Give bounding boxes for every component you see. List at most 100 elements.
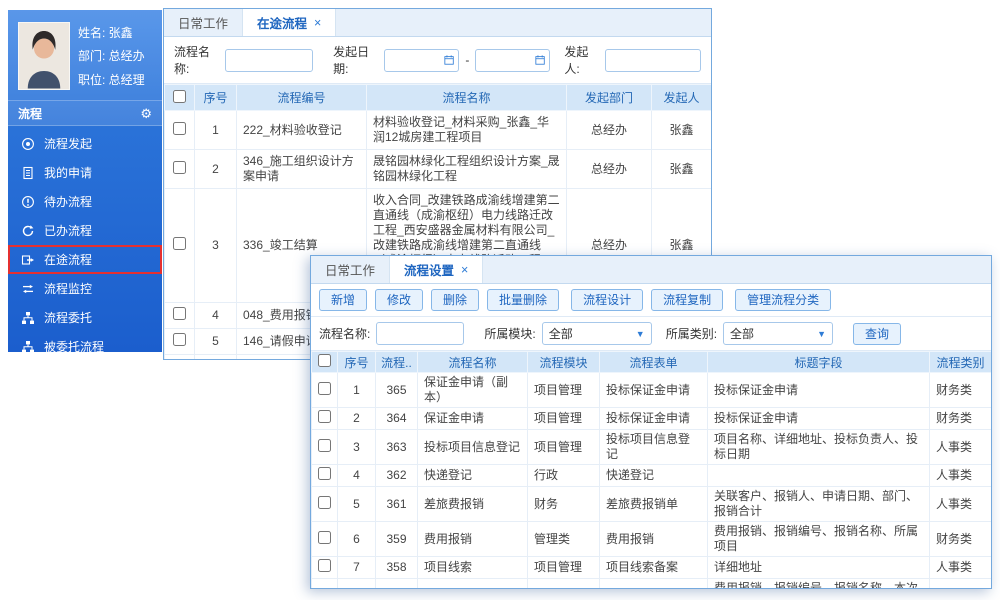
- row-no: 7: [338, 557, 376, 579]
- table-row[interactable]: 5 361 差旅费报销 财务 差旅费报销单 关联客户、报销人、申请日期、部门、报…: [312, 487, 992, 522]
- document-icon: [21, 166, 35, 180]
- process-name-input[interactable]: [376, 322, 464, 345]
- module-select[interactable]: 全部 ▼: [542, 322, 652, 345]
- manage-category-button[interactable]: 管理流程分类: [735, 289, 831, 311]
- table-row[interactable]: 4 362 快递登记 行政 快递登记 人事类: [312, 465, 992, 487]
- row-checkbox[interactable]: [318, 588, 331, 590]
- date-from-field[interactable]: [384, 49, 459, 72]
- row-code: 362: [376, 465, 418, 487]
- table-row[interactable]: 7 358 项目线索 项目管理 项目线索备案 详细地址 人事类: [312, 557, 992, 579]
- tab-process-settings[interactable]: 流程设置 ×: [390, 256, 483, 283]
- row-checkbox[interactable]: [318, 439, 331, 452]
- settings-gear-icon[interactable]: ⚙: [140, 107, 152, 120]
- tab-label: 日常工作: [325, 260, 375, 279]
- date-to-field[interactable]: [475, 49, 550, 72]
- select-all-checkbox[interactable]: [173, 90, 186, 103]
- row-code: 222_材料验收登记: [237, 111, 367, 150]
- row-name: 差旅费报销: [418, 487, 528, 522]
- sidebar-item-in-transit[interactable]: 在途流程: [8, 245, 162, 274]
- filter-bar: 流程名称: 所属模块: 全部 ▼ 所属类别: 全部 ▼ 查询: [311, 317, 991, 351]
- sidebar-item-process-start[interactable]: 流程发起: [8, 129, 162, 158]
- row-checkbox[interactable]: [173, 161, 186, 174]
- row-form: 差旅费报销单: [600, 487, 708, 522]
- select-all-checkbox[interactable]: [318, 354, 331, 367]
- initiator-input[interactable]: [605, 49, 701, 72]
- calendar-icon[interactable]: [444, 54, 454, 66]
- row-module: 项目管理: [528, 557, 600, 579]
- col-header-person: 发起人: [652, 85, 712, 111]
- sidebar-item-monitoring[interactable]: 流程监控: [8, 274, 162, 303]
- tab-daily-work[interactable]: 日常工作: [311, 256, 390, 283]
- row-form: 投标保证金申请: [600, 373, 708, 408]
- batch-delete-button[interactable]: 批量删除: [487, 289, 559, 311]
- tab-in-transit[interactable]: 在途流程 ×: [243, 9, 336, 36]
- row-title-fields: 关联客户、报销人、申请日期、部门、报销合计: [708, 487, 930, 522]
- row-checkbox[interactable]: [318, 559, 331, 572]
- table-row[interactable]: 8 357 测试费用报销 财务 费用报销 费用报销、报销编号、报销名称、本次报销…: [312, 579, 992, 590]
- row-checkbox[interactable]: [173, 237, 186, 250]
- row-checkbox-cell: [312, 430, 338, 465]
- modify-button[interactable]: 修改: [375, 289, 423, 311]
- delete-button[interactable]: 删除: [431, 289, 479, 311]
- table-row[interactable]: 2 364 保证金申请 项目管理 投标保证金申请 投标保证金申请 财务类: [312, 408, 992, 430]
- row-form: 费用报销: [600, 522, 708, 557]
- filter-bar: 流程名称: 发起日期: - 发起人:: [164, 37, 711, 84]
- row-checkbox[interactable]: [173, 333, 186, 346]
- row-checkbox-cell: [312, 579, 338, 590]
- row-checkbox-cell: [165, 111, 195, 150]
- table-row[interactable]: 3 363 投标项目信息登记 项目管理 投标项目信息登记 项目名称、详细地址、投…: [312, 430, 992, 465]
- col-header-name: 流程名称: [367, 85, 567, 111]
- row-checkbox[interactable]: [318, 467, 331, 480]
- date-to-input[interactable]: [480, 53, 535, 67]
- module-select-value: 全部: [549, 325, 573, 342]
- tab-bar: 日常工作 流程设置 ×: [311, 256, 991, 284]
- table-row[interactable]: 1 222_材料验收登记 材料验收登记_材料采购_张鑫_华润12城房建工程项目 …: [165, 111, 712, 150]
- row-no: 1: [338, 373, 376, 408]
- sidebar-item-my-applications[interactable]: 我的申请: [8, 158, 162, 187]
- row-category: 人事类: [930, 465, 992, 487]
- row-checkbox[interactable]: [173, 359, 186, 360]
- row-checkbox[interactable]: [173, 122, 186, 135]
- table-row[interactable]: 6 359 费用报销 管理类 费用报销 费用报销、报销编号、报销名称、所属项目 …: [312, 522, 992, 557]
- tab-label: 日常工作: [178, 13, 228, 32]
- add-button[interactable]: 新增: [319, 289, 367, 311]
- sidebar-section-title: 流程: [18, 105, 42, 122]
- sidebar-item-pending[interactable]: 待办流程: [8, 187, 162, 216]
- row-code: 364: [376, 408, 418, 430]
- date-from-input[interactable]: [389, 53, 444, 67]
- tab-label: 在途流程: [257, 13, 307, 32]
- row-checkbox[interactable]: [318, 410, 331, 423]
- process-name-input[interactable]: [225, 49, 313, 72]
- row-title-fields: 投标保证金申请: [708, 408, 930, 430]
- sidebar-item-completed[interactable]: 已办流程: [8, 216, 162, 245]
- sidebar-item-delegation[interactable]: 流程委托: [8, 303, 162, 332]
- tab-daily-work[interactable]: 日常工作: [164, 9, 243, 36]
- process-design-button[interactable]: 流程设计: [571, 289, 643, 311]
- row-module: 财务: [528, 487, 600, 522]
- row-no: 6: [195, 355, 237, 361]
- sidebar-section-header: 流程 ⚙: [8, 100, 162, 126]
- row-name: 项目线索: [418, 557, 528, 579]
- row-checkbox[interactable]: [318, 382, 331, 395]
- row-dept: 总经办: [567, 111, 652, 150]
- search-button[interactable]: 查询: [853, 323, 901, 345]
- row-code: 346_施工组织设计方案申请: [237, 150, 367, 189]
- table-row[interactable]: 1 365 保证金申请（副本） 项目管理 投标保证金申请 投标保证金申请 财务类: [312, 373, 992, 408]
- row-form: 项目线索备案: [600, 557, 708, 579]
- table-row[interactable]: 2 346_施工组织设计方案申请 晟铭园林绿化工程组织设计方案_晟铭园林绿化工程…: [165, 150, 712, 189]
- row-checkbox[interactable]: [318, 531, 331, 544]
- close-tab-icon[interactable]: ×: [461, 263, 468, 277]
- row-dept: 总经办: [567, 150, 652, 189]
- sidebar-item-delegated-to-me[interactable]: 被委托流程: [8, 332, 162, 361]
- row-checkbox[interactable]: [173, 307, 186, 320]
- calendar-icon[interactable]: [535, 54, 545, 66]
- profile-photo: [18, 22, 70, 90]
- table-header-row: 序号 流程编号 流程名称 发起部门 发起人: [165, 85, 712, 111]
- category-select[interactable]: 全部 ▼: [723, 322, 833, 345]
- row-checkbox[interactable]: [318, 496, 331, 509]
- window-process-settings: 日常工作 流程设置 × 新增 修改 删除 批量删除 流程设计 流程复制 管理流程…: [310, 255, 992, 589]
- close-tab-icon[interactable]: ×: [314, 16, 321, 30]
- process-copy-button[interactable]: 流程复制: [651, 289, 723, 311]
- row-category: 财务类: [930, 373, 992, 408]
- sidebar-item-label: 流程监控: [44, 280, 92, 297]
